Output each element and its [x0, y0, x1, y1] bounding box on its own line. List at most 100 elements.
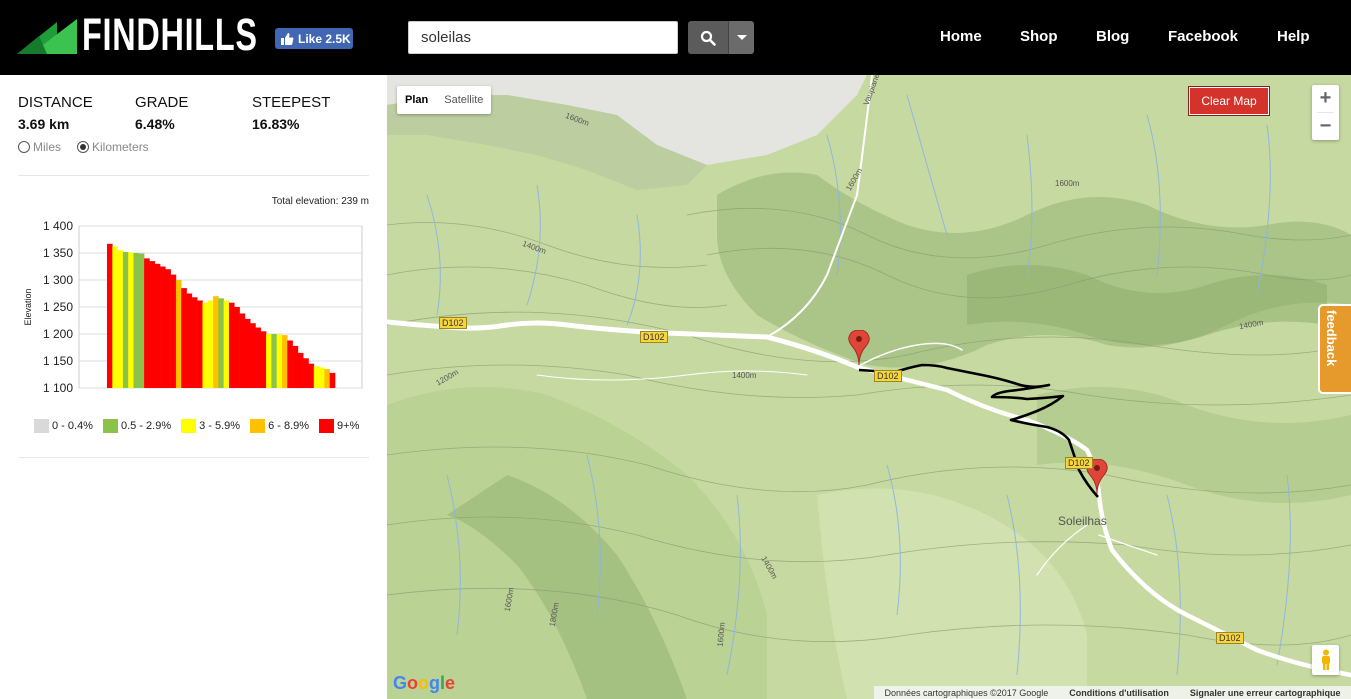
- nav-help[interactable]: Help: [1277, 28, 1310, 45]
- elevation-bar: [244, 318, 251, 388]
- elevation-bar: [308, 363, 315, 388]
- google-logo[interactable]: Google: [393, 673, 455, 694]
- y-tick-label: 1 250: [43, 300, 73, 314]
- top-header: FINDHILLS Like 2.5K Home Shop Blog Faceb…: [0, 0, 1351, 75]
- attribution-terms-link[interactable]: Conditions d'utilisation: [1069, 688, 1169, 698]
- unit-km-option[interactable]: Kilometers: [77, 140, 149, 154]
- y-tick-label: 1 150: [43, 354, 73, 368]
- kilometers-radio[interactable]: [77, 141, 89, 153]
- map-type-satellite[interactable]: Satellite: [436, 86, 491, 114]
- nav-shop[interactable]: Shop: [1020, 28, 1058, 45]
- elevation-bar: [297, 352, 304, 388]
- elevation-bar: [313, 366, 320, 388]
- y-tick-label: 1 200: [43, 327, 73, 341]
- search-options-dropdown[interactable]: [728, 21, 754, 54]
- facebook-like-button[interactable]: Like 2.5K: [275, 28, 353, 49]
- y-tick-label: 1 400: [43, 219, 73, 233]
- legend-swatch: [181, 419, 197, 433]
- total-elevation: Total elevation: 239 m: [271, 196, 369, 207]
- elevation-bar: [149, 261, 156, 388]
- clear-map-button[interactable]: Clear Map: [1188, 86, 1270, 116]
- elevation-bar: [213, 296, 219, 388]
- elevation-bar: [197, 300, 203, 388]
- divider: [18, 175, 369, 176]
- legend-item: 9+%: [319, 419, 359, 433]
- nav-facebook[interactable]: Facebook: [1168, 28, 1238, 45]
- elevation-bar: [122, 251, 129, 388]
- elevation-bar: [181, 288, 187, 388]
- nav-blog[interactable]: Blog: [1096, 28, 1129, 45]
- elevation-bar: [144, 258, 150, 388]
- elevation-bar: [287, 340, 293, 388]
- search-input[interactable]: [408, 21, 678, 54]
- legend-label: 3 - 5.9%: [199, 420, 241, 432]
- search-button[interactable]: [688, 21, 728, 54]
- y-tick-label: 1 350: [43, 246, 73, 260]
- legend-label: 9+%: [337, 420, 360, 432]
- legend-label: 6 - 8.9%: [268, 420, 310, 432]
- legend-swatch: [102, 419, 118, 433]
- unit-miles-option[interactable]: Miles: [18, 140, 61, 154]
- elevation-bar: [218, 298, 224, 388]
- logo-text[interactable]: FINDHILLS: [82, 10, 258, 60]
- caret-down-icon: [736, 34, 747, 40]
- miles-label: Miles: [33, 140, 62, 154]
- elevation-bar: [234, 307, 240, 388]
- elevation-bar: [107, 243, 113, 388]
- contour-label: 1400m: [732, 371, 757, 380]
- road-label: D102: [640, 331, 668, 343]
- elevation-bar: [319, 367, 325, 388]
- y-tick-label: 1 300: [43, 273, 73, 287]
- road-label: D102: [874, 370, 902, 382]
- elevation-bar: [133, 253, 140, 388]
- steepest-value: 16.83%: [252, 116, 300, 132]
- attribution-data: Données cartographiques ©2017 Google: [884, 687, 1049, 698]
- elevation-bar: [160, 266, 166, 388]
- elevation-bar: [207, 300, 214, 388]
- zoom-out-button[interactable]: −: [1312, 113, 1339, 140]
- legend-swatch: [319, 419, 335, 433]
- elevation-bar: [228, 302, 235, 388]
- steepest-label: STEEPEST: [252, 94, 331, 111]
- street-view-pegman[interactable]: [1312, 645, 1339, 675]
- search-icon: [700, 30, 716, 46]
- feedback-tab[interactable]: feedback: [1318, 304, 1351, 394]
- pegman-icon: [1321, 649, 1330, 670]
- elevation-bar: [191, 297, 198, 388]
- elevation-bar: [255, 327, 262, 388]
- elevation-bar: [292, 345, 299, 388]
- elevation-bar: [250, 323, 256, 388]
- thumbs-up-icon: [281, 32, 294, 45]
- legend-label: 0 - 0.4%: [52, 420, 93, 432]
- attribution-report-link[interactable]: Signaler une erreur cartographique: [1190, 688, 1341, 698]
- elevation-bar: [112, 246, 118, 388]
- contour-label: 1600m: [1055, 179, 1080, 188]
- legend-swatch: [250, 419, 266, 433]
- like-label: Like 2.5K: [298, 31, 351, 46]
- miles-radio[interactable]: [18, 141, 30, 153]
- terrain-map[interactable]: [387, 75, 1351, 699]
- grade-label: GRADE: [135, 94, 189, 111]
- route-stats-panel: DISTANCE 3.69 km GRADE 6.48% STEEPEST 16…: [0, 75, 387, 699]
- elevation-bar: [223, 300, 230, 388]
- road-label: D102: [1065, 457, 1093, 469]
- elevation-bar: [154, 263, 161, 388]
- elevation-bar: [260, 331, 267, 388]
- map-attribution: Données cartographiques ©2017 Google Con…: [874, 686, 1351, 699]
- town-label: Soleilhas: [1058, 514, 1107, 528]
- legend-item: 3 - 5.9%: [181, 419, 240, 433]
- map-view[interactable]: D102 D102 D102 D102 D102 Soleilhas 1600m…: [387, 75, 1351, 699]
- elevation-bar: [239, 313, 246, 388]
- elevation-bar: [324, 369, 330, 388]
- distance-label: DISTANCE: [18, 94, 93, 111]
- zoom-control: + −: [1312, 85, 1339, 140]
- elevation-bar: [117, 250, 124, 388]
- map-type-plan[interactable]: Plan: [397, 86, 436, 114]
- elevation-bar: [170, 274, 177, 388]
- start-marker-icon[interactable]: [848, 330, 870, 366]
- zoom-in-button[interactable]: +: [1312, 85, 1339, 112]
- legend-item: 0 - 0.4%: [34, 419, 93, 433]
- feedback-label: feedback: [1324, 310, 1339, 367]
- map-type-control: Plan Satellite: [397, 86, 492, 114]
- nav-home[interactable]: Home: [940, 28, 982, 45]
